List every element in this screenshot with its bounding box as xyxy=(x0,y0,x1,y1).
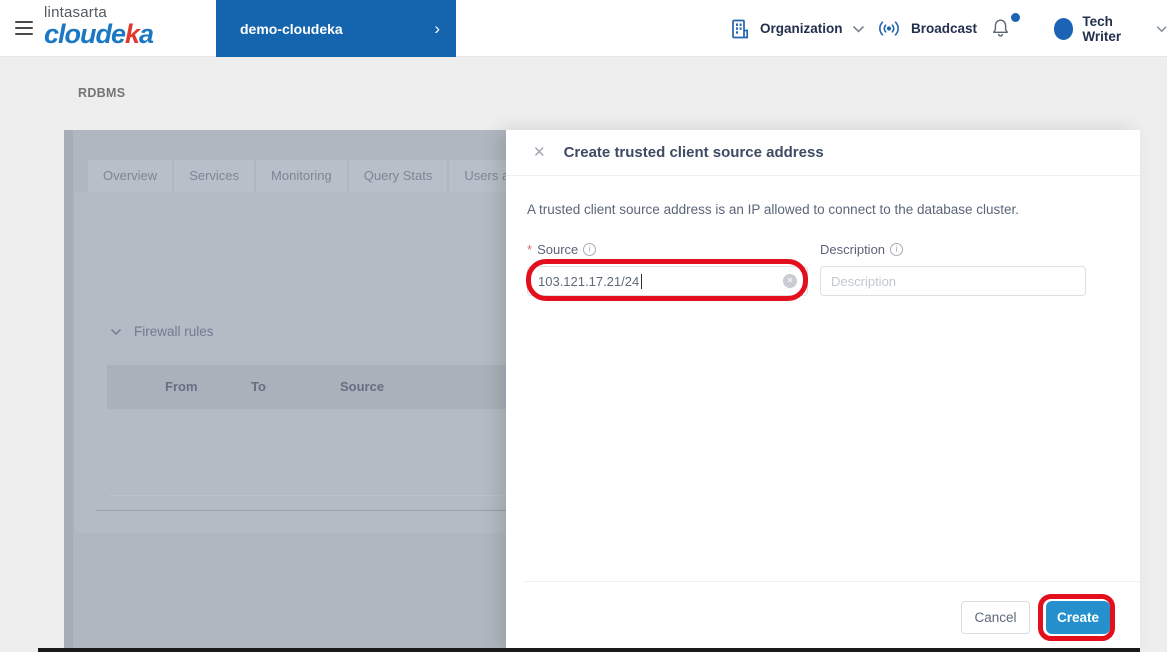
chevron-down-icon xyxy=(852,25,865,33)
organization-dropdown[interactable]: Organization xyxy=(729,0,865,57)
tab-overview[interactable]: Overview xyxy=(88,160,172,192)
source-field-label: * Source i xyxy=(527,242,808,257)
tab-monitoring[interactable]: Monitoring xyxy=(256,160,347,192)
broadcast-button[interactable]: Broadcast xyxy=(876,0,977,57)
organization-label: Organization xyxy=(760,21,843,36)
cancel-button[interactable]: Cancel xyxy=(961,601,1030,634)
cloudeka-logo[interactable]: lintasarta cloudeka xyxy=(44,5,153,48)
broadcast-label: Broadcast xyxy=(911,21,977,36)
source-input[interactable]: 103.121.17.21/24 ✕ xyxy=(527,266,808,296)
column-header-from: From xyxy=(165,379,198,394)
create-button[interactable]: Create xyxy=(1046,601,1110,634)
column-header-source: Source xyxy=(340,379,384,394)
source-label-text: Source xyxy=(537,242,578,257)
project-name-label: demo-cloudeka xyxy=(240,21,343,37)
chevron-down-icon xyxy=(1156,25,1167,33)
user-avatar xyxy=(1054,18,1073,40)
firewall-rules-collapse-header[interactable]: Firewall rules xyxy=(110,324,214,339)
drawer-body: A trusted client source address is an IP… xyxy=(506,176,1140,296)
chevron-down-icon xyxy=(110,328,122,336)
tab-query-stats[interactable]: Query Stats xyxy=(349,160,448,192)
bell-icon xyxy=(990,18,1011,40)
info-icon[interactable]: i xyxy=(583,243,596,256)
close-icon[interactable]: ✕ xyxy=(533,145,546,160)
description-field-label: Description i xyxy=(820,242,1086,257)
drawer-description-text: A trusted client source address is an IP… xyxy=(527,202,1119,217)
info-icon[interactable]: i xyxy=(890,243,903,256)
organization-building-icon xyxy=(729,18,751,40)
description-input[interactable] xyxy=(820,266,1086,296)
drawer-title: Create trusted client source address xyxy=(564,144,824,161)
top-header: lintasarta cloudeka demo-cloudeka › Orga… xyxy=(0,0,1167,57)
notifications-button[interactable] xyxy=(990,18,1020,42)
user-name-label: Tech Writer xyxy=(1082,14,1146,44)
tab-services[interactable]: Services xyxy=(174,160,254,192)
form-row: * Source i 103.121.17.21/24 ✕ Descriptio… xyxy=(527,242,1119,296)
drawer-header: ✕ Create trusted client source address xyxy=(506,130,1140,176)
description-label-text: Description xyxy=(820,242,885,257)
hamburger-menu-icon[interactable] xyxy=(15,21,33,35)
page-title-rdbms: RDBMS xyxy=(78,86,125,100)
notification-badge-dot xyxy=(1011,13,1020,22)
broadcast-icon xyxy=(876,20,902,37)
description-field-group: Description i xyxy=(820,242,1086,296)
drawer-footer: Cancel Create xyxy=(961,601,1110,634)
required-asterisk: * xyxy=(527,242,532,257)
project-selector-button[interactable]: demo-cloudeka › xyxy=(216,0,456,57)
footer-divider xyxy=(524,581,1140,582)
logo-cloudeka-text: cloudeka xyxy=(44,21,153,48)
source-input-value: 103.121.17.21/24 xyxy=(538,274,639,289)
user-menu[interactable]: Tech Writer xyxy=(1054,0,1167,57)
panel-left-edge xyxy=(64,130,73,652)
clear-input-icon[interactable]: ✕ xyxy=(783,274,797,288)
chevron-right-icon: › xyxy=(434,20,440,37)
column-header-to: To xyxy=(251,379,266,394)
source-field-group: * Source i 103.121.17.21/24 ✕ xyxy=(527,242,808,296)
window-bottom-edge xyxy=(38,648,1140,652)
page: lintasarta cloudeka demo-cloudeka › Orga… xyxy=(0,0,1167,652)
create-trusted-source-drawer: ✕ Create trusted client source address A… xyxy=(506,130,1140,652)
logo-lintasarta-text: lintasarta xyxy=(44,5,153,20)
text-cursor xyxy=(641,274,642,289)
firewall-rules-title: Firewall rules xyxy=(134,324,214,339)
